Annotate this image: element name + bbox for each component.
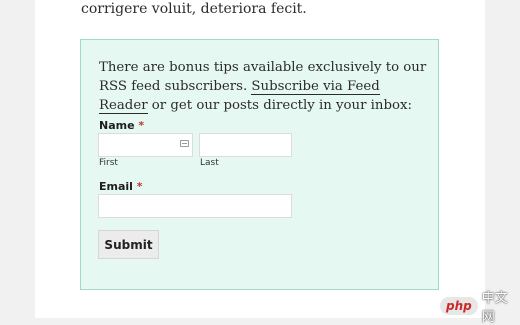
- email-input[interactable]: [98, 194, 292, 218]
- email-label: Email *: [99, 180, 143, 193]
- contact-card-icon[interactable]: [180, 140, 189, 147]
- first-sublabel: First: [99, 158, 118, 168]
- watermark-text: 中文网: [481, 291, 508, 325]
- optin-box: There are bonus tips available exclusive…: [80, 39, 439, 290]
- name-label: Name *: [99, 119, 144, 132]
- email-label-text: Email: [99, 180, 133, 193]
- required-mark: *: [136, 180, 143, 193]
- submit-button[interactable]: Submit: [98, 230, 159, 259]
- optin-intro: There are bonus tips available exclusive…: [99, 58, 429, 115]
- intro-text-end: or get our posts directly in your inbox:: [147, 98, 412, 113]
- article-page: corrigere voluit, deteriora fecit. There…: [35, 0, 485, 318]
- last-sublabel: Last: [200, 158, 219, 168]
- name-label-text: Name: [99, 119, 135, 132]
- last-name-input[interactable]: [199, 133, 292, 157]
- first-name-input[interactable]: [98, 133, 193, 157]
- watermark-badge: php: [440, 297, 478, 315]
- watermark: php 中文网: [440, 291, 518, 325]
- article-text: corrigere voluit, deteriora fecit.: [81, 1, 307, 17]
- required-mark: *: [138, 119, 145, 132]
